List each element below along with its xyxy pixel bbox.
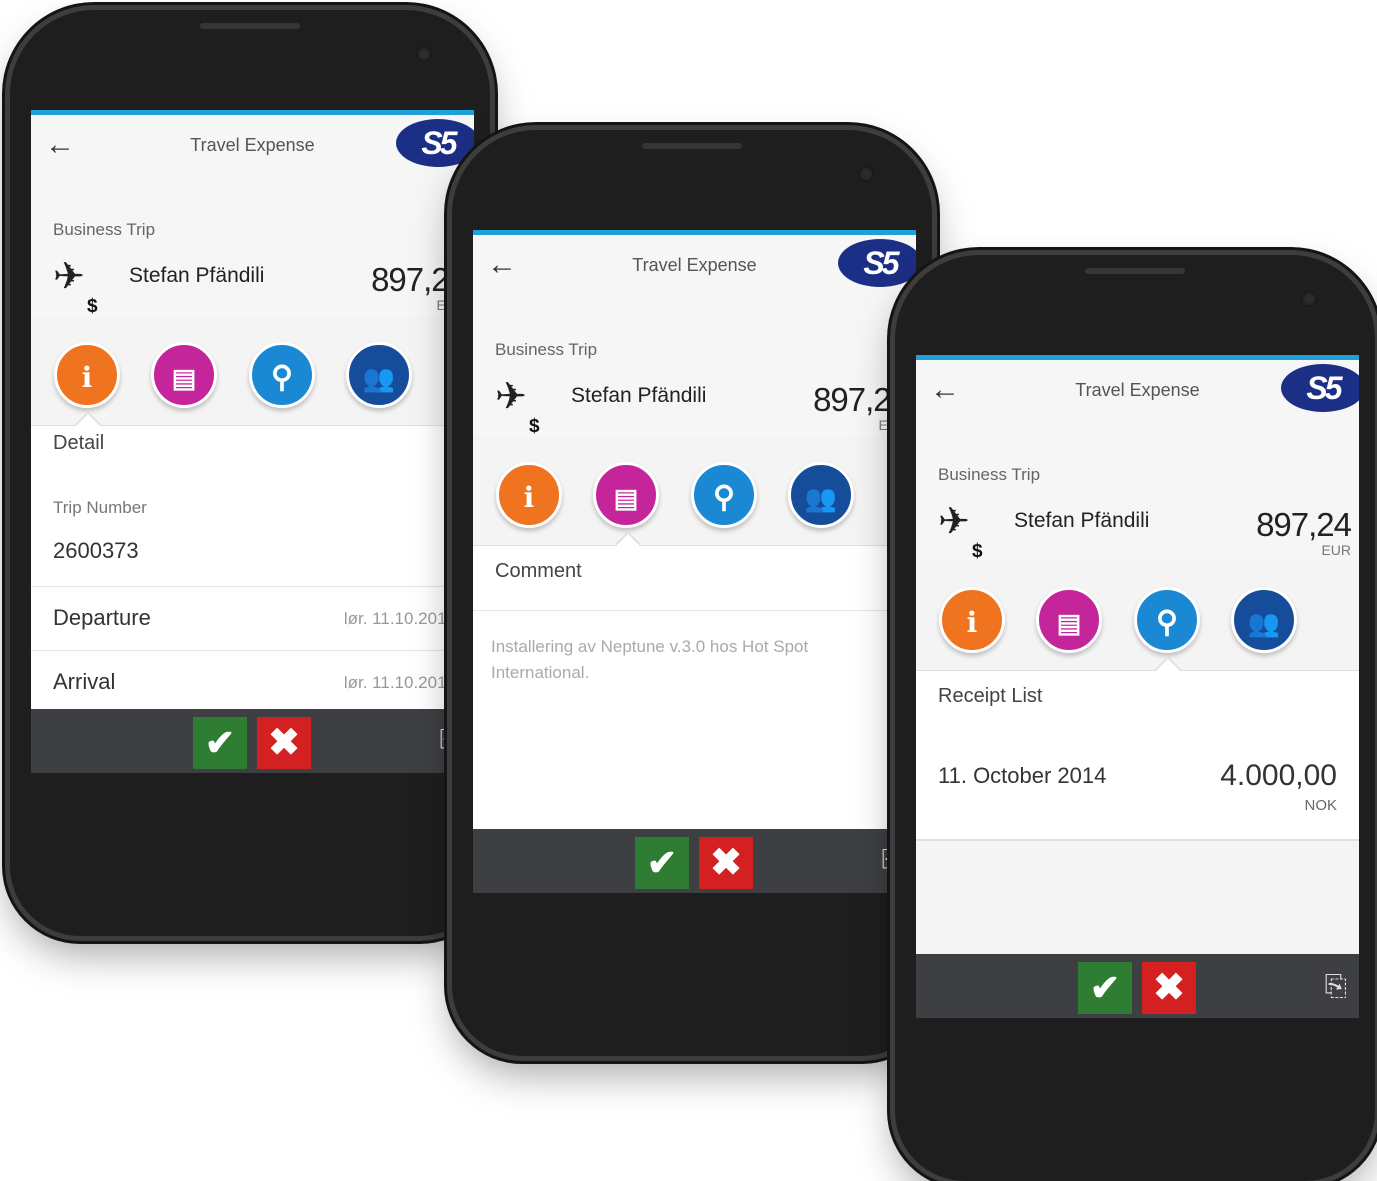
paperclip-icon[interactable]: ⚲ bbox=[691, 462, 757, 528]
speaker-grille bbox=[642, 143, 742, 149]
receipt-amount: 4.000,00 bbox=[1220, 759, 1337, 792]
app-header: ← Travel Expense S5 bbox=[31, 115, 474, 178]
screen: ← Travel Expense S5 Business Trip ✈ $ St… bbox=[31, 110, 474, 773]
total-amount: 897,24 bbox=[1256, 506, 1352, 543]
export-icon[interactable]: ⎘ bbox=[1325, 970, 1347, 1002]
trip-summary: Business Trip ✈ $ Stefan Pfändili 897,24… bbox=[473, 297, 916, 437]
screen: ← Travel Expense S5 Business Trip ✈ $ St… bbox=[916, 355, 1359, 1018]
s5-logo: S5 bbox=[1281, 364, 1359, 412]
employee-name: Stefan Pfändili bbox=[571, 384, 707, 407]
s5-logo: S5 bbox=[838, 239, 916, 287]
paperclip-icon[interactable]: ⚲ bbox=[1134, 587, 1200, 653]
approve-button[interactable]: ✔ bbox=[193, 717, 247, 769]
action-footer: ✔ ✖ ⎘ bbox=[916, 954, 1359, 1018]
dollar-sign: $ bbox=[972, 541, 983, 562]
receipt-panel: Receipt List 11. October 2014 4.000,00 N… bbox=[916, 671, 1359, 954]
info-icon[interactable]: i bbox=[54, 342, 120, 408]
front-camera bbox=[858, 166, 874, 182]
section-tabs: i ▤ ⚲ 👥 bbox=[31, 317, 474, 437]
trip-type-label: Business Trip bbox=[495, 340, 598, 359]
trip-type-label: Business Trip bbox=[938, 465, 1041, 484]
app-header: ← Travel Expense S5 bbox=[473, 235, 916, 298]
row-value: lør. 11.10.2014 bbox=[343, 609, 456, 628]
list-item: Departure lør. 11.10.2014 bbox=[31, 586, 474, 651]
comment-panel: Comment Installering av Neptune v.3.0 ho… bbox=[473, 546, 916, 829]
notes-icon[interactable]: ▤ bbox=[593, 462, 659, 528]
reject-button[interactable]: ✖ bbox=[1142, 962, 1196, 1014]
section-title: Comment bbox=[495, 560, 582, 582]
reject-button[interactable]: ✖ bbox=[699, 837, 753, 889]
trip-summary: Business Trip ✈ $ Stefan Pfändili 897,24… bbox=[31, 177, 474, 317]
row-label: Departure bbox=[53, 605, 151, 630]
phone-comment: ← Travel Expense S5 Business Trip ✈ $ St… bbox=[452, 130, 932, 1056]
row-label: Arrival bbox=[53, 669, 116, 694]
speaker-grille bbox=[1085, 268, 1185, 274]
comment-text: Installering av Neptune v.3.0 hos Hot Sp… bbox=[491, 637, 809, 682]
employee-name: Stefan Pfändili bbox=[1014, 509, 1150, 532]
airplane-icon: ✈ bbox=[53, 256, 85, 298]
dollar-sign: $ bbox=[529, 416, 540, 437]
people-icon[interactable]: 👥 bbox=[1231, 587, 1297, 653]
airplane-icon: ✈ bbox=[495, 376, 527, 418]
paperclip-icon[interactable]: ⚲ bbox=[249, 342, 315, 408]
airplane-icon: ✈ bbox=[938, 501, 970, 543]
divider bbox=[473, 610, 916, 611]
reject-button[interactable]: ✖ bbox=[257, 717, 311, 769]
dollar-sign: $ bbox=[87, 296, 98, 317]
screen: ← Travel Expense S5 Business Trip ✈ $ St… bbox=[473, 230, 916, 893]
people-icon[interactable]: 👥 bbox=[788, 462, 854, 528]
receipt-currency: NOK bbox=[1304, 797, 1337, 814]
approve-button[interactable]: ✔ bbox=[1078, 962, 1132, 1014]
notes-icon[interactable]: ▤ bbox=[151, 342, 217, 408]
detail-panel: Detail Trip Number 2600373 Departure lør… bbox=[31, 426, 474, 709]
employee-name: Stefan Pfändili bbox=[129, 264, 265, 287]
phone-receipts: ← Travel Expense S5 Business Trip ✈ $ St… bbox=[895, 255, 1375, 1181]
notes-icon[interactable]: ▤ bbox=[1036, 587, 1102, 653]
trip-summary: Business Trip ✈ $ Stefan Pfändili 897,24… bbox=[916, 422, 1359, 562]
phone-detail: ← Travel Expense S5 Business Trip ✈ $ St… bbox=[10, 10, 490, 936]
front-camera bbox=[416, 46, 432, 62]
section-tabs: i ▤ ⚲ 👥 bbox=[916, 562, 1359, 682]
approve-button[interactable]: ✔ bbox=[635, 837, 689, 889]
people-icon[interactable]: 👥 bbox=[346, 342, 412, 408]
trip-type-label: Business Trip bbox=[53, 220, 156, 239]
trip-number-label: Trip Number bbox=[53, 498, 147, 517]
receipt-date: 11. October 2014 bbox=[938, 763, 1107, 788]
info-icon[interactable]: i bbox=[939, 587, 1005, 653]
section-title: Detail bbox=[53, 432, 105, 454]
row-value: lør. 11.10.2014 bbox=[343, 673, 456, 692]
total-currency: EUR bbox=[1321, 542, 1351, 558]
empty-area bbox=[916, 841, 1359, 954]
section-tabs: i ▤ ⚲ 👥 bbox=[473, 437, 916, 557]
trip-number-value: 2600373 bbox=[53, 538, 139, 563]
speaker-grille bbox=[200, 23, 300, 29]
list-item: Arrival lør. 11.10.2014 bbox=[31, 650, 474, 715]
action-footer: ✔ ✖ ⎘ bbox=[31, 709, 474, 773]
s5-logo: S5 bbox=[396, 119, 474, 167]
total-amount: 897,24 bbox=[813, 381, 909, 418]
app-header: ← Travel Expense S5 bbox=[916, 360, 1359, 423]
section-title: Receipt List bbox=[938, 685, 1043, 707]
info-icon[interactable]: i bbox=[496, 462, 562, 528]
front-camera bbox=[1301, 291, 1317, 307]
action-footer: ✔ ✖ ⎘ bbox=[473, 829, 916, 893]
